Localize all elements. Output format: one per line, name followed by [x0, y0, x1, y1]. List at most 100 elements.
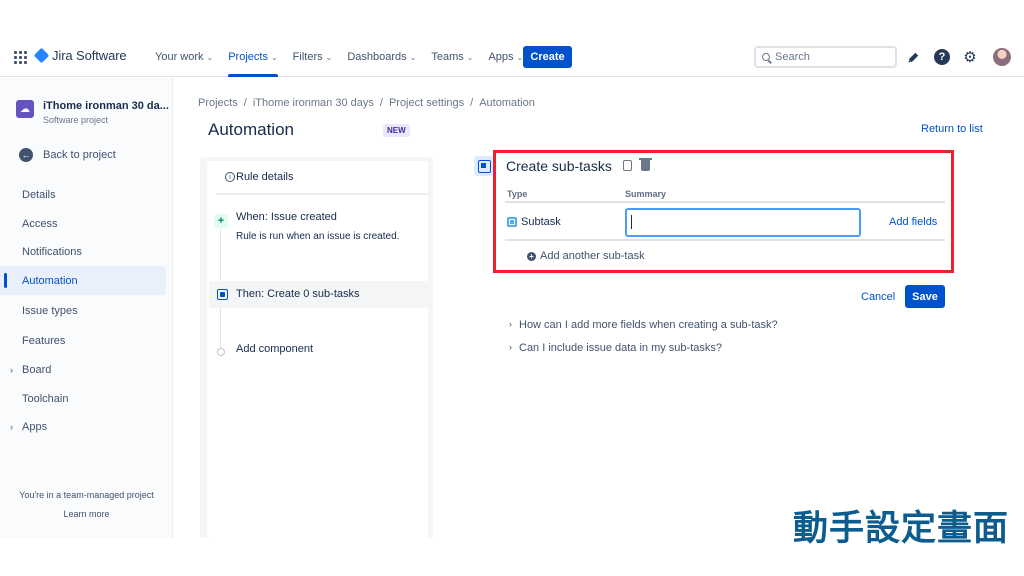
- nav-label: Dashboards: [347, 51, 407, 63]
- nav-apps[interactable]: Apps ⌄: [488, 37, 523, 77]
- trigger-title-text: When: Issue created: [236, 211, 337, 223]
- jira-logo[interactable]: Jira Software: [33, 47, 127, 64]
- sidebar-item-label: Details: [22, 188, 56, 201]
- search-placeholder: Search: [775, 51, 810, 63]
- faq-item[interactable]: › Can I include issue data in my sub-tas…: [509, 342, 722, 354]
- chevron-down-icon: ⌄: [325, 52, 333, 62]
- chevron-right-icon: ›: [509, 319, 512, 329]
- highlight-frame: [493, 150, 954, 273]
- nav-items: Your work ⌄ Projects ⌄ Filters ⌄ Dashboards…: [155, 37, 523, 77]
- team-managed-note: You're in a team-managed project: [19, 490, 154, 500]
- sidebar-item-apps[interactable]: › Apps: [0, 412, 166, 441]
- action-title: Then: Create 0 sub-tasks: [236, 288, 360, 300]
- faq-label: How can I add more fields when creating …: [519, 319, 778, 331]
- action-create-subtasks[interactable]: Then: Create 0 sub-tasks: [209, 281, 430, 308]
- breadcrumb-settings[interactable]: Project settings: [389, 97, 464, 109]
- chevron-right-icon: ›: [509, 342, 512, 352]
- create-button[interactable]: Create: [523, 46, 572, 68]
- brand-name: Jira Software: [52, 48, 127, 63]
- chevron-down-icon: ⌄: [466, 52, 474, 62]
- sidebar-item-automation[interactable]: Automation: [0, 266, 166, 295]
- top-navigation: Jira Software Your work ⌄ Projects ⌄ Filte…: [0, 37, 1024, 77]
- faq-item[interactable]: › How can I add more fields when creatin…: [509, 319, 778, 331]
- sidebar-item-label: Toolchain: [22, 392, 69, 405]
- nav-label: Apps: [488, 51, 514, 63]
- sidebar-item-toolchain[interactable]: Toolchain: [0, 384, 166, 413]
- flow-line: [220, 308, 221, 348]
- info-icon: i: [225, 172, 235, 182]
- learn-more-link[interactable]: Learn more: [0, 509, 173, 519]
- search-icon: [762, 53, 770, 61]
- rule-details-label: Rule details: [236, 171, 294, 183]
- trigger-title[interactable]: When: Issue created: [236, 211, 448, 223]
- project-name: iThome ironman 30 da...: [43, 100, 169, 112]
- sidebar-item-board[interactable]: › Board: [0, 355, 166, 384]
- nav-filters[interactable]: Filters ⌄: [293, 37, 333, 77]
- flow-line: [220, 229, 221, 281]
- breadcrumb: Projects / iThome ironman 30 days / Proj…: [198, 97, 535, 109]
- new-badge: NEW: [383, 124, 410, 137]
- save-button[interactable]: Save: [905, 285, 945, 308]
- settings-icon[interactable]: ⚙: [962, 49, 978, 66]
- project-header[interactable]: ☁ iThome ironman 30 da... Software proje…: [16, 100, 169, 125]
- avatar[interactable]: [993, 48, 1011, 66]
- add-component-link[interactable]: Add component: [236, 343, 448, 355]
- sidebar-item-label: Apps: [22, 420, 48, 433]
- arrow-left-icon: ←: [19, 148, 33, 162]
- rule-list: i Rule details + When: Issue created Rul…: [207, 161, 430, 538]
- project-sidebar: ☁ iThome ironman 30 da... Software proje…: [0, 78, 173, 538]
- chevron-down-icon: ⌄: [270, 52, 278, 62]
- breadcrumb-separator: /: [379, 97, 383, 109]
- page-title: Automation: [208, 120, 294, 139]
- rule-details-row[interactable]: i Rule details: [216, 161, 428, 193]
- project-avatar-icon: ☁: [16, 100, 34, 118]
- nav-projects[interactable]: Projects ⌄: [228, 37, 279, 77]
- sidebar-item-label: Automation: [22, 274, 78, 287]
- help-icon[interactable]: ?: [934, 49, 950, 65]
- sidebar-item-notifications[interactable]: Notifications: [0, 237, 166, 266]
- sidebar-item-label: Notifications: [22, 245, 82, 258]
- trigger-description: Rule is run when an issue is created.: [236, 231, 400, 242]
- chevron-down-icon: ⌄: [409, 52, 417, 62]
- sidebar-item-label: Issue types: [22, 304, 78, 317]
- sidebar-item-access[interactable]: Access: [0, 209, 166, 238]
- back-label: Back to project: [43, 149, 116, 161]
- breadcrumb-automation[interactable]: Automation: [479, 97, 535, 109]
- nav-teams[interactable]: Teams ⌄: [431, 37, 473, 77]
- divider: [216, 193, 429, 195]
- create-subtasks-icon: [474, 156, 494, 176]
- sidebar-item-issue-types[interactable]: Issue types: [0, 296, 166, 325]
- nav-label: Filters: [292, 51, 323, 63]
- jira-diamond-icon: [33, 47, 50, 64]
- sidebar-item-features[interactable]: Features: [0, 326, 166, 355]
- faq-label: Can I include issue data in my sub-tasks…: [519, 342, 722, 354]
- breadcrumb-separator: /: [470, 97, 474, 109]
- breadcrumb-projects[interactable]: Projects: [198, 97, 238, 109]
- rule-panel: i Rule details + When: Issue created Rul…: [200, 157, 433, 538]
- breadcrumb-project[interactable]: iThome ironman 30 days: [253, 97, 374, 109]
- chevron-right-icon: ›: [10, 421, 13, 432]
- project-type: Software project: [43, 115, 109, 125]
- sidebar-item-label: Board: [22, 363, 52, 376]
- return-to-list-link[interactable]: Return to list: [921, 123, 983, 135]
- sidebar-item-label: Access: [22, 217, 58, 230]
- nav-label: Your work: [155, 51, 204, 63]
- search-input[interactable]: Search: [754, 46, 897, 68]
- subtask-icon: [217, 289, 228, 300]
- nav-label: Projects: [228, 51, 268, 63]
- nav-dashboards[interactable]: Dashboards ⌄: [347, 37, 416, 77]
- nav-your-work[interactable]: Your work ⌄: [155, 37, 213, 77]
- chevron-right-icon: ›: [10, 364, 13, 375]
- sidebar-item-label: Features: [22, 334, 66, 347]
- trigger-plus-icon: +: [214, 214, 228, 228]
- sidebar-item-details[interactable]: Details: [0, 180, 166, 209]
- cancel-button[interactable]: Cancel: [861, 291, 895, 303]
- chevron-down-icon: ⌄: [206, 52, 214, 62]
- back-to-project-link[interactable]: ← Back to project: [19, 148, 116, 162]
- nav-label: Teams: [431, 51, 464, 63]
- caption-overlay: 動手設定畫面: [793, 509, 1010, 549]
- add-component-icon: [217, 348, 225, 356]
- apps-grid-icon[interactable]: [14, 51, 27, 64]
- breadcrumb-separator: /: [243, 97, 247, 109]
- notification-icon[interactable]: [905, 49, 921, 65]
